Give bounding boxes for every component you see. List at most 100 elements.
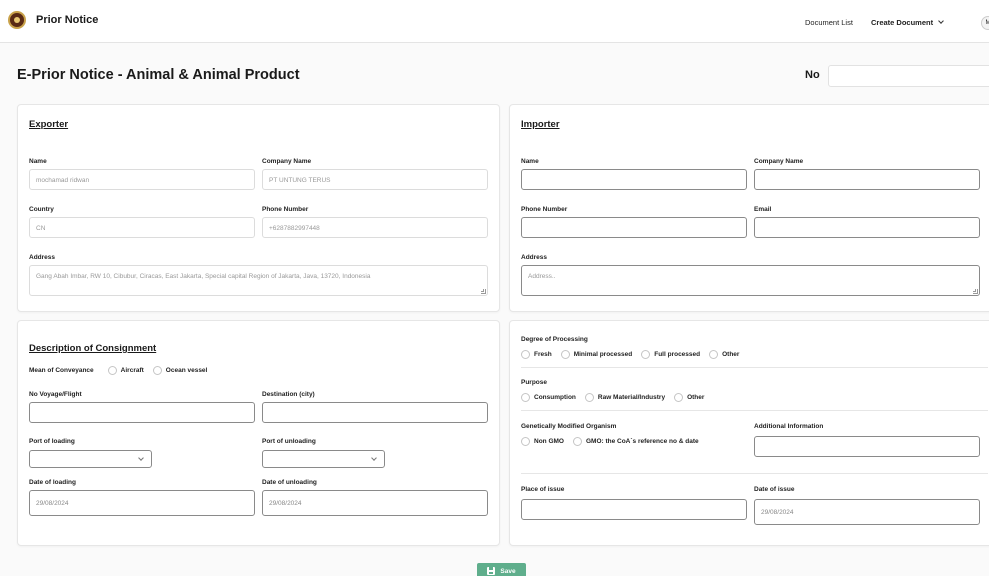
radio-non-gmo-label: Non GMO — [534, 438, 564, 445]
destination-label: Destination (city) — [262, 391, 315, 398]
radio-fresh[interactable]: Fresh — [521, 350, 552, 359]
radio-consumption[interactable]: Consumption — [521, 393, 576, 402]
importer-company-input[interactable] — [754, 169, 980, 190]
radio-circle-icon — [584, 393, 594, 402]
additional-info-input[interactable] — [754, 436, 980, 457]
nav-create-document[interactable]: Create Document — [871, 18, 944, 27]
importer-name-input[interactable] — [521, 169, 747, 190]
exporter-phone-label: Phone Number — [262, 206, 309, 213]
date-issue-input[interactable]: 29/08/2024 — [754, 499, 980, 525]
conveyance-label: Mean of Conveyance — [29, 367, 94, 374]
gmo-label: Genetically Modified Organism — [521, 423, 617, 430]
radio-circle-icon — [572, 437, 582, 446]
brand[interactable]: Prior Notice — [8, 11, 98, 29]
radio-full-processed[interactable]: Full processed — [641, 350, 700, 359]
radio-circle-icon — [521, 437, 530, 446]
radio-gmo[interactable]: GMO: the CoA`s reference no & date — [572, 437, 699, 446]
place-issue-input[interactable] — [521, 499, 747, 520]
voyage-input[interactable] — [29, 402, 255, 423]
radio-degree-other[interactable]: Other — [709, 350, 739, 359]
chevron-down-icon — [371, 455, 377, 461]
port-loading-label: Port of loading — [29, 438, 75, 445]
chevron-down-icon — [138, 455, 144, 461]
degree-label: Degree of Processing — [521, 336, 588, 343]
radio-fresh-label: Fresh — [534, 351, 552, 358]
purpose-options: Consumption Raw Material/Industry Other — [521, 393, 713, 402]
brand-name: Prior Notice — [36, 14, 99, 26]
radio-degree-other-label: Other — [722, 351, 740, 358]
exporter-country-label: Country — [29, 206, 54, 213]
no-label: No — [805, 69, 820, 81]
exporter-address-textarea[interactable]: Gang Abah Imbar, RW 10, Cibubur, Ciracas… — [29, 265, 488, 296]
voyage-label: No Voyage/Flight — [29, 391, 82, 398]
save-button[interactable]: Save — [477, 563, 526, 576]
resize-handle-icon[interactable] — [973, 289, 978, 294]
divider — [521, 410, 988, 411]
gmo-options: Non GMO GMO: the CoA`s reference no & da… — [521, 437, 708, 446]
importer-company-label: Company Name — [754, 158, 804, 165]
radio-minimal-processed-label: Minimal processed — [573, 351, 633, 358]
importer-card: Importer Name Company Name Phone Number … — [509, 104, 989, 312]
top-navbar: Prior Notice Document List Create Docume… — [0, 0, 989, 43]
radio-circle-icon — [521, 393, 530, 402]
exporter-company-input[interactable]: PT UNTUNG TERUS — [262, 169, 488, 190]
radio-circle-icon — [709, 350, 719, 359]
exporter-country-input[interactable]: CN — [29, 217, 255, 238]
avatar[interactable]: M — [981, 16, 989, 30]
radio-minimal-processed[interactable]: Minimal processed — [560, 350, 633, 359]
importer-email-input[interactable] — [754, 217, 980, 238]
date-unloading-input[interactable]: 29/08/2024 — [262, 490, 488, 516]
exporter-address-label: Address — [29, 254, 56, 261]
date-loading-label: Date of loading — [29, 479, 76, 486]
exporter-card: Exporter Name mochamad ridwan Company Na… — [17, 104, 500, 312]
radio-non-gmo[interactable]: Non GMO — [521, 437, 564, 446]
radio-raw-material[interactable]: Raw Material/Industry — [584, 393, 666, 402]
radio-ocean-vessel[interactable]: Ocean vessel — [152, 366, 208, 375]
port-unloading-select[interactable] — [262, 450, 385, 468]
exporter-address-value: Gang Abah Imbar, RW 10, Cibubur, Ciracas… — [36, 273, 371, 280]
importer-email-label: Email — [754, 206, 772, 213]
importer-phone-label: Phone Number — [521, 206, 568, 213]
nav-create-document-label: Create Document — [871, 18, 934, 27]
radio-circle-icon — [560, 350, 570, 359]
exporter-name-input[interactable]: mochamad ridwan — [29, 169, 255, 190]
degree-options: Fresh Minimal processed Full processed O… — [521, 350, 748, 359]
importer-address-textarea[interactable]: Address.. — [521, 265, 980, 296]
date-loading-input[interactable]: 29/08/2024 — [29, 490, 255, 516]
radio-consumption-label: Consumption — [534, 394, 576, 401]
exporter-name-label: Name — [29, 158, 47, 165]
port-loading-select[interactable] — [29, 450, 152, 468]
radio-aircraft[interactable]: Aircraft — [107, 366, 144, 375]
radio-ocean-vessel-label: Ocean vessel — [165, 367, 208, 374]
exporter-title: Exporter — [29, 119, 69, 130]
nav-document-list[interactable]: Document List — [805, 18, 853, 27]
save-button-label: Save — [500, 567, 516, 575]
exporter-company-label: Company Name — [262, 158, 312, 165]
consignment-card: Description of Consignment Mean of Conve… — [17, 320, 500, 546]
radio-aircraft-label: Aircraft — [120, 367, 144, 374]
exporter-phone-input[interactable]: +6287882997448 — [262, 217, 488, 238]
chevron-down-icon — [938, 18, 944, 24]
radio-circle-icon — [641, 350, 651, 359]
importer-title: Importer — [521, 119, 560, 130]
radio-circle-icon — [521, 350, 530, 359]
radio-circle-icon — [107, 366, 117, 375]
radio-raw-material-label: Raw Material/Industry — [597, 394, 666, 401]
no-input[interactable] — [828, 65, 989, 87]
radio-purpose-other[interactable]: Other — [674, 393, 704, 402]
place-issue-label: Place of issue — [521, 486, 565, 493]
destination-input[interactable] — [262, 402, 488, 423]
floppy-icon — [487, 567, 496, 575]
purpose-label: Purpose — [521, 379, 548, 386]
divider — [521, 473, 988, 474]
consignment-title: Description of Consignment — [29, 343, 157, 354]
radio-circle-icon — [152, 366, 162, 375]
importer-name-label: Name — [521, 158, 539, 165]
page-title: E-Prior Notice - Animal & Animal Product — [17, 67, 300, 83]
importer-phone-input[interactable] — [521, 217, 747, 238]
additional-info-label: Additional Information — [754, 423, 824, 430]
date-issue-label: Date of issue — [754, 486, 795, 493]
resize-handle-icon[interactable] — [481, 289, 486, 294]
emblem-icon — [8, 11, 26, 29]
divider — [521, 367, 988, 368]
